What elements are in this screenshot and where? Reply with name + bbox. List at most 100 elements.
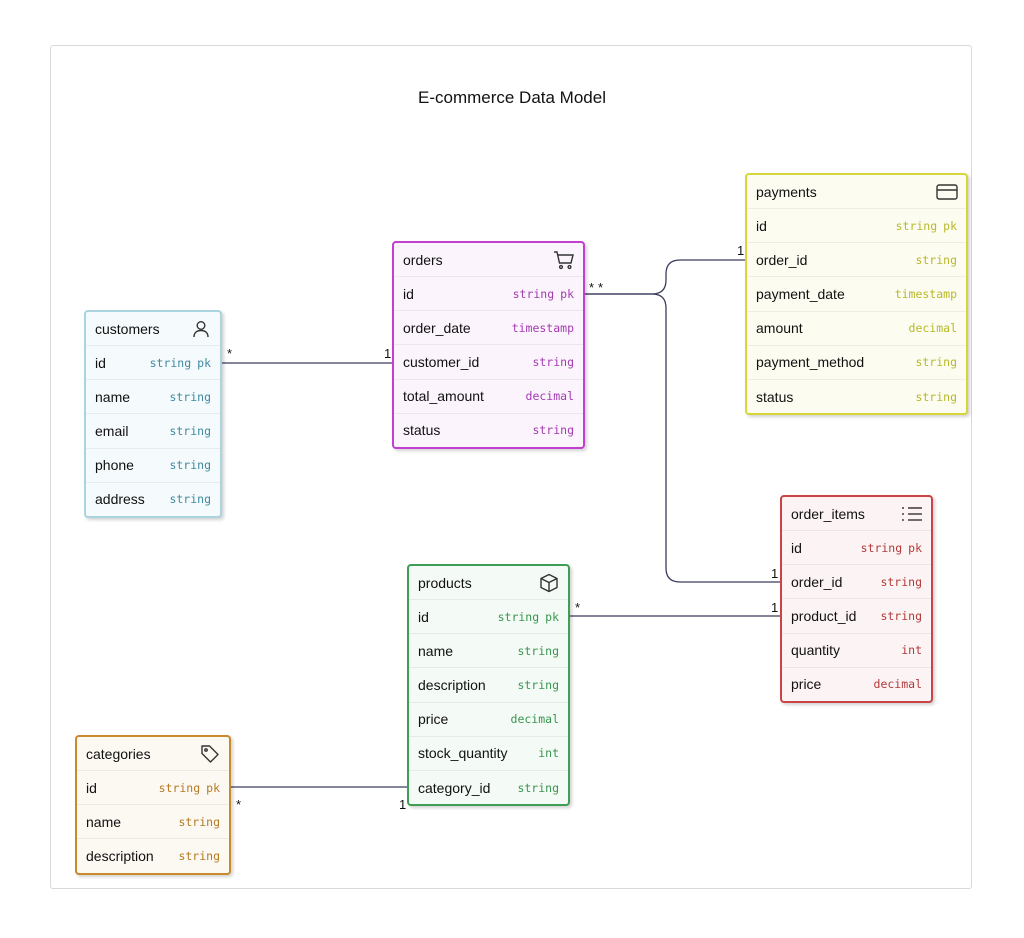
- pk-badge: pk: [560, 286, 574, 301]
- field-row: stock_quantity int: [409, 735, 568, 770]
- field-row: category_id string: [409, 769, 568, 804]
- field-type: string: [169, 389, 211, 404]
- entity-name: customers: [95, 320, 160, 337]
- cardinality-label: *: [227, 346, 233, 361]
- entity-header: order_items: [782, 497, 931, 530]
- field-row: name string: [86, 379, 220, 413]
- entity-name: order_items: [791, 505, 865, 522]
- field-name: phone: [95, 457, 134, 474]
- field-row: name string: [409, 633, 568, 667]
- field-name: name: [418, 642, 454, 659]
- pk-badge: pk: [545, 609, 559, 624]
- field-type: string: [532, 423, 574, 438]
- field-type: string: [915, 252, 957, 267]
- field-name: id: [95, 354, 106, 371]
- field-row: id string pk: [409, 599, 568, 633]
- entity-name: products: [418, 574, 472, 591]
- field-type: string: [860, 540, 903, 555]
- field-type: timestamp: [894, 286, 957, 301]
- field-name: id: [86, 779, 97, 796]
- field-name: id: [418, 608, 429, 625]
- field-row: name string: [77, 804, 229, 838]
- field-row: price decimal: [409, 701, 568, 736]
- entity-products[interactable]: products id string pk name string descrip…: [407, 564, 570, 806]
- entity-categories[interactable]: categories id string pk name string descr…: [75, 735, 231, 875]
- field-row: quantity int: [782, 632, 931, 667]
- pk-badge: pk: [197, 355, 211, 370]
- field-name: order_date: [403, 319, 471, 336]
- link-orders-payments: [579, 259, 751, 295]
- field-name: email: [95, 422, 129, 439]
- cardinality-label: 1: [737, 243, 745, 258]
- pk-badge: pk: [908, 540, 922, 555]
- field-row: price decimal: [782, 666, 931, 701]
- entity-order-items[interactable]: order_items id string pk order_id string …: [780, 495, 933, 703]
- field-type: string: [517, 643, 559, 658]
- field-type: string: [169, 458, 211, 473]
- field-type: decimal: [510, 712, 559, 727]
- field-type: string: [512, 286, 555, 301]
- list-icon: [901, 503, 923, 525]
- field-name: price: [418, 711, 449, 728]
- field-name: status: [756, 388, 794, 405]
- field-row: email string: [86, 413, 220, 447]
- field-row: status string: [747, 378, 966, 413]
- entity-header: categories: [77, 737, 229, 770]
- cardinality-label: 1: [384, 346, 392, 361]
- field-type: string: [915, 389, 957, 404]
- field-row: phone string: [86, 447, 220, 482]
- field-row: total_amount decimal: [394, 378, 583, 413]
- field-row: id string pk: [77, 770, 229, 804]
- field-type: string: [915, 355, 957, 370]
- field-type: string: [880, 608, 922, 623]
- entity-name: orders: [403, 251, 443, 268]
- field-name: order_id: [756, 251, 808, 268]
- field-type: decimal: [873, 677, 922, 692]
- field-row: order_id string: [782, 564, 931, 598]
- field-type: string: [517, 677, 559, 692]
- entity-customers[interactable]: customers id string pk name string email …: [84, 310, 222, 518]
- field-name: order_id: [791, 573, 843, 590]
- field-name: id: [756, 217, 767, 234]
- entity-orders[interactable]: orders id string pk order_date timestamp …: [392, 241, 585, 449]
- field-type: int: [901, 643, 922, 658]
- field-type: string: [178, 814, 220, 829]
- entity-header: customers: [86, 312, 220, 345]
- field-type: string: [178, 848, 220, 863]
- field-type: int: [538, 746, 559, 761]
- field-type: timestamp: [511, 320, 574, 335]
- field-name: description: [418, 676, 486, 693]
- field-name: category_id: [418, 779, 491, 796]
- credit-card-icon: [936, 181, 958, 203]
- field-name: amount: [756, 320, 803, 337]
- field-type: string: [517, 780, 559, 795]
- field-type: string: [895, 218, 938, 233]
- field-type: string: [169, 423, 211, 438]
- entity-name: payments: [756, 183, 817, 200]
- field-row: id string pk: [394, 276, 583, 310]
- field-row: order_id string: [747, 242, 966, 276]
- cardinality-label: 1: [771, 600, 779, 615]
- field-name: address: [95, 491, 145, 508]
- field-name: stock_quantity: [418, 745, 508, 762]
- field-name: id: [403, 285, 414, 302]
- field-row: status string: [394, 412, 583, 447]
- tag-icon: [199, 743, 221, 765]
- field-type: string: [149, 355, 192, 370]
- field-type: string: [532, 354, 574, 369]
- field-name: total_amount: [403, 388, 484, 405]
- field-name: product_id: [791, 607, 857, 624]
- cardinality-label: *: [598, 280, 604, 295]
- field-name: id: [791, 539, 802, 556]
- cardinality-label: *: [236, 797, 242, 812]
- field-row: payment_date timestamp: [747, 276, 966, 310]
- entity-header: orders: [394, 243, 583, 276]
- box-icon: [538, 572, 560, 594]
- entity-payments[interactable]: payments id string pk order_id string pay…: [745, 173, 968, 415]
- field-name: quantity: [791, 642, 841, 659]
- field-row: address string: [86, 481, 220, 516]
- field-row: id string pk: [747, 208, 966, 242]
- field-row: payment_method string: [747, 344, 966, 379]
- field-row: id string pk: [782, 530, 931, 564]
- cardinality-label: 1: [399, 797, 407, 812]
